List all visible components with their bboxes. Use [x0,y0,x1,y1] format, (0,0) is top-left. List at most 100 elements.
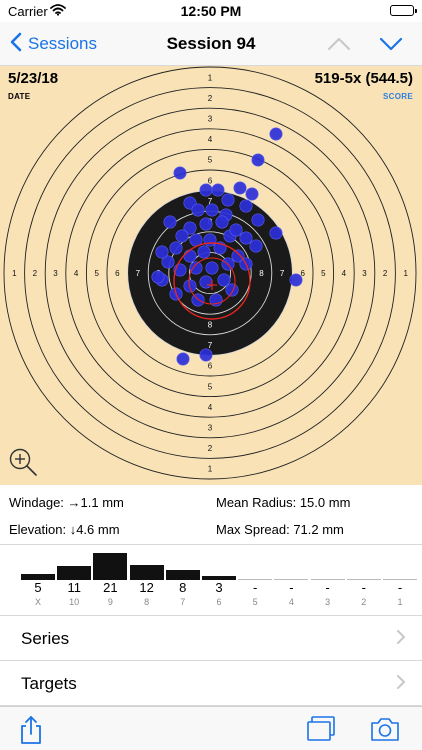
zoom-button[interactable] [8,447,38,477]
bottom-toolbar [0,706,422,750]
shot-hole [229,223,243,237]
shot-hole [245,187,259,201]
histogram-column: -3 [310,546,346,616]
histogram-column: -1 [382,546,418,616]
targets-button[interactable] [307,715,335,743]
ring-number: 3 [362,269,367,278]
ring-number: 2 [383,269,388,278]
shot-hole [249,239,263,253]
targets-row-label: Targets [21,674,77,693]
histogram-count: - [289,580,294,595]
shot-hole [175,229,189,243]
histogram-ring-label: 1 [397,597,403,607]
histogram-count: - [253,580,258,595]
histogram-ring-label: 3 [325,597,331,607]
histogram-bar [93,553,128,580]
ring-number: 7 [136,269,141,278]
histogram-ring-label: 2 [361,597,367,607]
score-label[interactable]: SCORE [383,92,413,101]
histogram-count: 8 [179,580,187,595]
ring-number: 3 [53,269,58,278]
shot-hole [251,213,265,227]
shot-hole [199,217,213,231]
camera-button[interactable] [370,715,399,743]
navigation-bar: Sessions Session 94 [0,22,422,66]
back-button-label: Sessions [28,34,97,53]
ring-number: 5 [208,382,213,391]
histogram-count: 3 [215,580,223,595]
chevron-down-icon [378,37,404,60]
max-spread-stat: Max Spread: 71.2 mm [216,522,344,537]
histogram-ring-label: 5 [252,597,258,607]
histogram-ring-label: 8 [144,597,150,607]
shot-hole [197,245,211,259]
zoom-in-icon [8,448,38,481]
targets-row[interactable]: Targets [0,661,422,706]
ring-number: 1 [403,269,408,278]
shot-hole [205,261,219,275]
shot-hole [269,226,283,240]
score-histogram: 5 X 11 10 21 9 12 8 8 7 3 6-5-4-3-2-1 [0,546,422,616]
histogram-ring-label: 4 [288,597,294,607]
ring-number: 4 [208,403,213,412]
shot-hole [239,231,253,245]
shot-hole [183,249,197,263]
previous-session-button[interactable] [326,32,352,56]
share-icon [17,716,45,749]
histogram-ring-label: 7 [180,597,186,607]
windage-stat: Windage: →1.1 mm [9,495,124,510]
histogram-ring-label: 10 [69,597,80,607]
ring-number: 7 [208,341,213,350]
share-button[interactable] [17,715,45,744]
histogram-count: - [397,580,403,595]
group-statistics: Windage: →1.1 mm Elevation: ↓4.6 mm Mean… [0,485,422,545]
camera-icon [370,718,400,747]
ring-number: 6 [208,362,213,371]
shot-hole [205,203,219,217]
ring-number: 4 [74,269,79,278]
histogram-bar [165,570,200,580]
elevation-stat: Elevation: ↓4.6 mm [9,522,120,537]
histogram-ring-label: X [34,597,41,607]
ring-number: 2 [208,94,213,103]
target-face: 11112222333344445555666677778888 [3,66,417,480]
battery-icon [390,5,417,16]
histogram-column: 12 8 [129,546,165,616]
shot-hole [251,153,265,167]
histogram-column: -4 [273,546,309,616]
ring-number: 4 [208,135,213,144]
ring-number: 4 [342,269,347,278]
histogram-column: 87 [165,546,201,616]
ring-number: 2 [33,269,38,278]
ring-number: 3 [208,424,213,433]
ring-number: 1 [208,465,213,474]
date-label: DATE [8,92,31,101]
series-row[interactable]: Series [0,616,422,661]
shot-hole [189,261,203,275]
target-view[interactable]: 11112222333344445555666677778888 5/23/18… [0,66,422,485]
ring-number: 3 [208,115,213,124]
shot-hole [176,352,190,366]
shot-hole [203,233,217,247]
session-date: 5/23/18 [8,70,59,87]
ring-number: 5 [208,156,213,165]
ring-number: 6 [208,176,213,185]
ring-number: 5 [321,269,326,278]
shot-hole [221,193,235,207]
shot-hole [151,270,165,284]
histogram-count: 5 [34,580,42,595]
shot-hole [239,199,253,213]
ring-number: 1 [208,73,213,82]
histogram-count: 11 [67,580,81,595]
ring-number: 7 [280,269,285,278]
shot-hole [269,127,283,141]
shot-hole [191,203,205,217]
next-session-button[interactable] [378,32,404,56]
shot-hole [199,348,213,362]
chevron-right-icon [396,629,406,645]
histogram-bar [129,565,164,580]
histogram-count: - [325,580,330,595]
histogram-ring-label: 9 [107,597,113,607]
chevron-right-icon [396,674,406,690]
back-button[interactable]: Sessions [10,32,97,56]
